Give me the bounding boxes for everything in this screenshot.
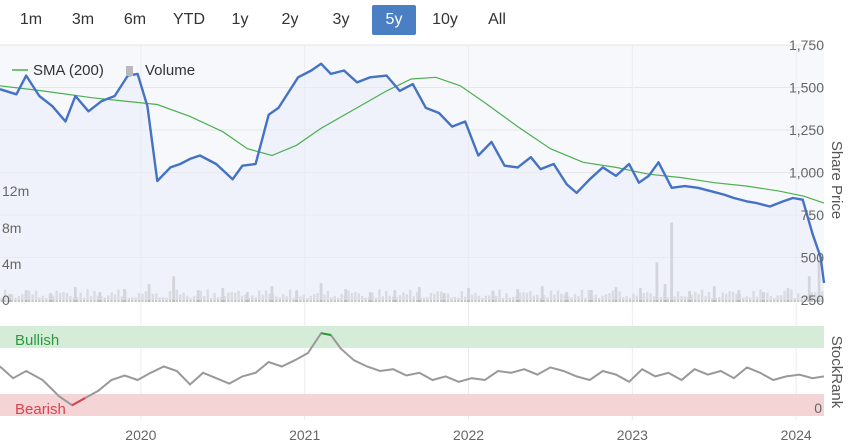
share-price-axis-title: Share Price [828,141,845,219]
price-tick-label: 250 [801,292,825,308]
stockrank-axis-title: StockRank [828,336,845,409]
bearish-band [0,394,824,416]
volume-tick-label: 8m [2,220,21,236]
bearish-band-label: Bearish [15,401,66,418]
price-tick-label: 1,750 [789,37,824,53]
volume-tick-label: 12m [2,183,29,199]
price-tick-label: 1,250 [789,122,824,138]
price-tick-label: 500 [801,250,825,266]
chart-area: 1,750 1,500 1,250 1,000 750 500 250 12m 8m 4m 0 Sha… [0,37,845,441]
price-tick-label: 1,000 [789,165,824,181]
sma-legend-label: SMA (200) [33,62,104,79]
x-axis-year-label: 2021 [289,427,320,441]
x-axis-year-label: 2023 [617,427,648,441]
x-axis-year-label: 2022 [453,427,484,441]
stockrank-tick-label: 0 [814,400,822,416]
volume-legend-label: Volume [145,62,195,79]
x-axis-year-label: 2024 [781,427,812,441]
volume-legend-swatch [126,66,133,76]
price-tick-label: 750 [801,207,825,223]
bullish-band [0,326,824,348]
bullish-band-label: Bullish [15,332,59,349]
volume-tick-label: 0 [2,292,10,308]
volume-tick-label: 4m [2,256,21,272]
price-tick-label: 1,500 [789,80,824,96]
x-axis-year-label: 2020 [125,427,156,441]
